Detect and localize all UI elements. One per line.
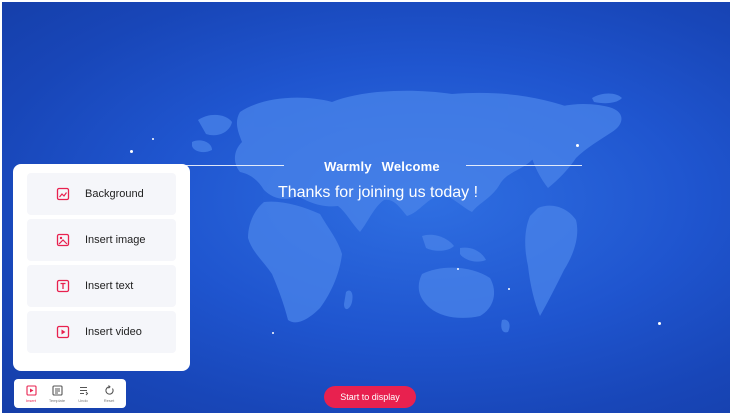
panel-item-label: Insert text [85,280,134,292]
welcome-heading: Warmly Welcome [182,156,582,176]
reset-icon [103,384,115,396]
text-icon [55,278,71,294]
panel-item-insert-text[interactable]: Insert text [27,265,176,307]
panel-item-label: Insert video [85,326,142,338]
insert-panel: Background Insert image Insert text Inse… [13,164,190,371]
sparkle-icon [658,322,661,325]
panel-item-label: Insert image [85,234,146,246]
undo-icon [77,384,89,396]
tool-undo[interactable]: Undo [71,384,96,403]
panel-item-background[interactable]: Background [27,173,176,215]
panel-item-label: Background [85,188,144,200]
tool-insert[interactable]: Insert [19,384,44,403]
sparkle-icon [508,288,510,290]
start-display-button[interactable]: Start to display [324,386,416,408]
panel-item-insert-image[interactable]: Insert image [27,219,176,261]
bottom-toolbar: Insert Template Undo Reset [14,379,126,408]
tool-label: Insert [25,398,36,403]
tool-label: Reset [103,398,115,403]
tool-template[interactable]: Template [45,384,70,403]
insert-icon [25,384,37,396]
welcome-title: Warmly Welcome [324,158,440,174]
template-icon [51,384,63,396]
sparkle-icon [576,144,579,147]
panel-item-insert-video[interactable]: Insert video [27,311,176,353]
sparkle-icon [457,268,459,270]
image-icon [55,232,71,248]
sparkle-icon [130,150,133,153]
video-icon [55,324,71,340]
tool-reset[interactable]: Reset [97,384,122,403]
tool-label: Template [48,398,66,403]
background-icon [55,186,71,202]
sparkle-icon [272,332,274,334]
tool-label: Undo [78,398,88,403]
welcome-subtitle: Thanks for joining us today ! [277,184,479,201]
sparkle-icon [152,138,154,140]
divider [182,165,284,166]
divider [466,165,582,166]
